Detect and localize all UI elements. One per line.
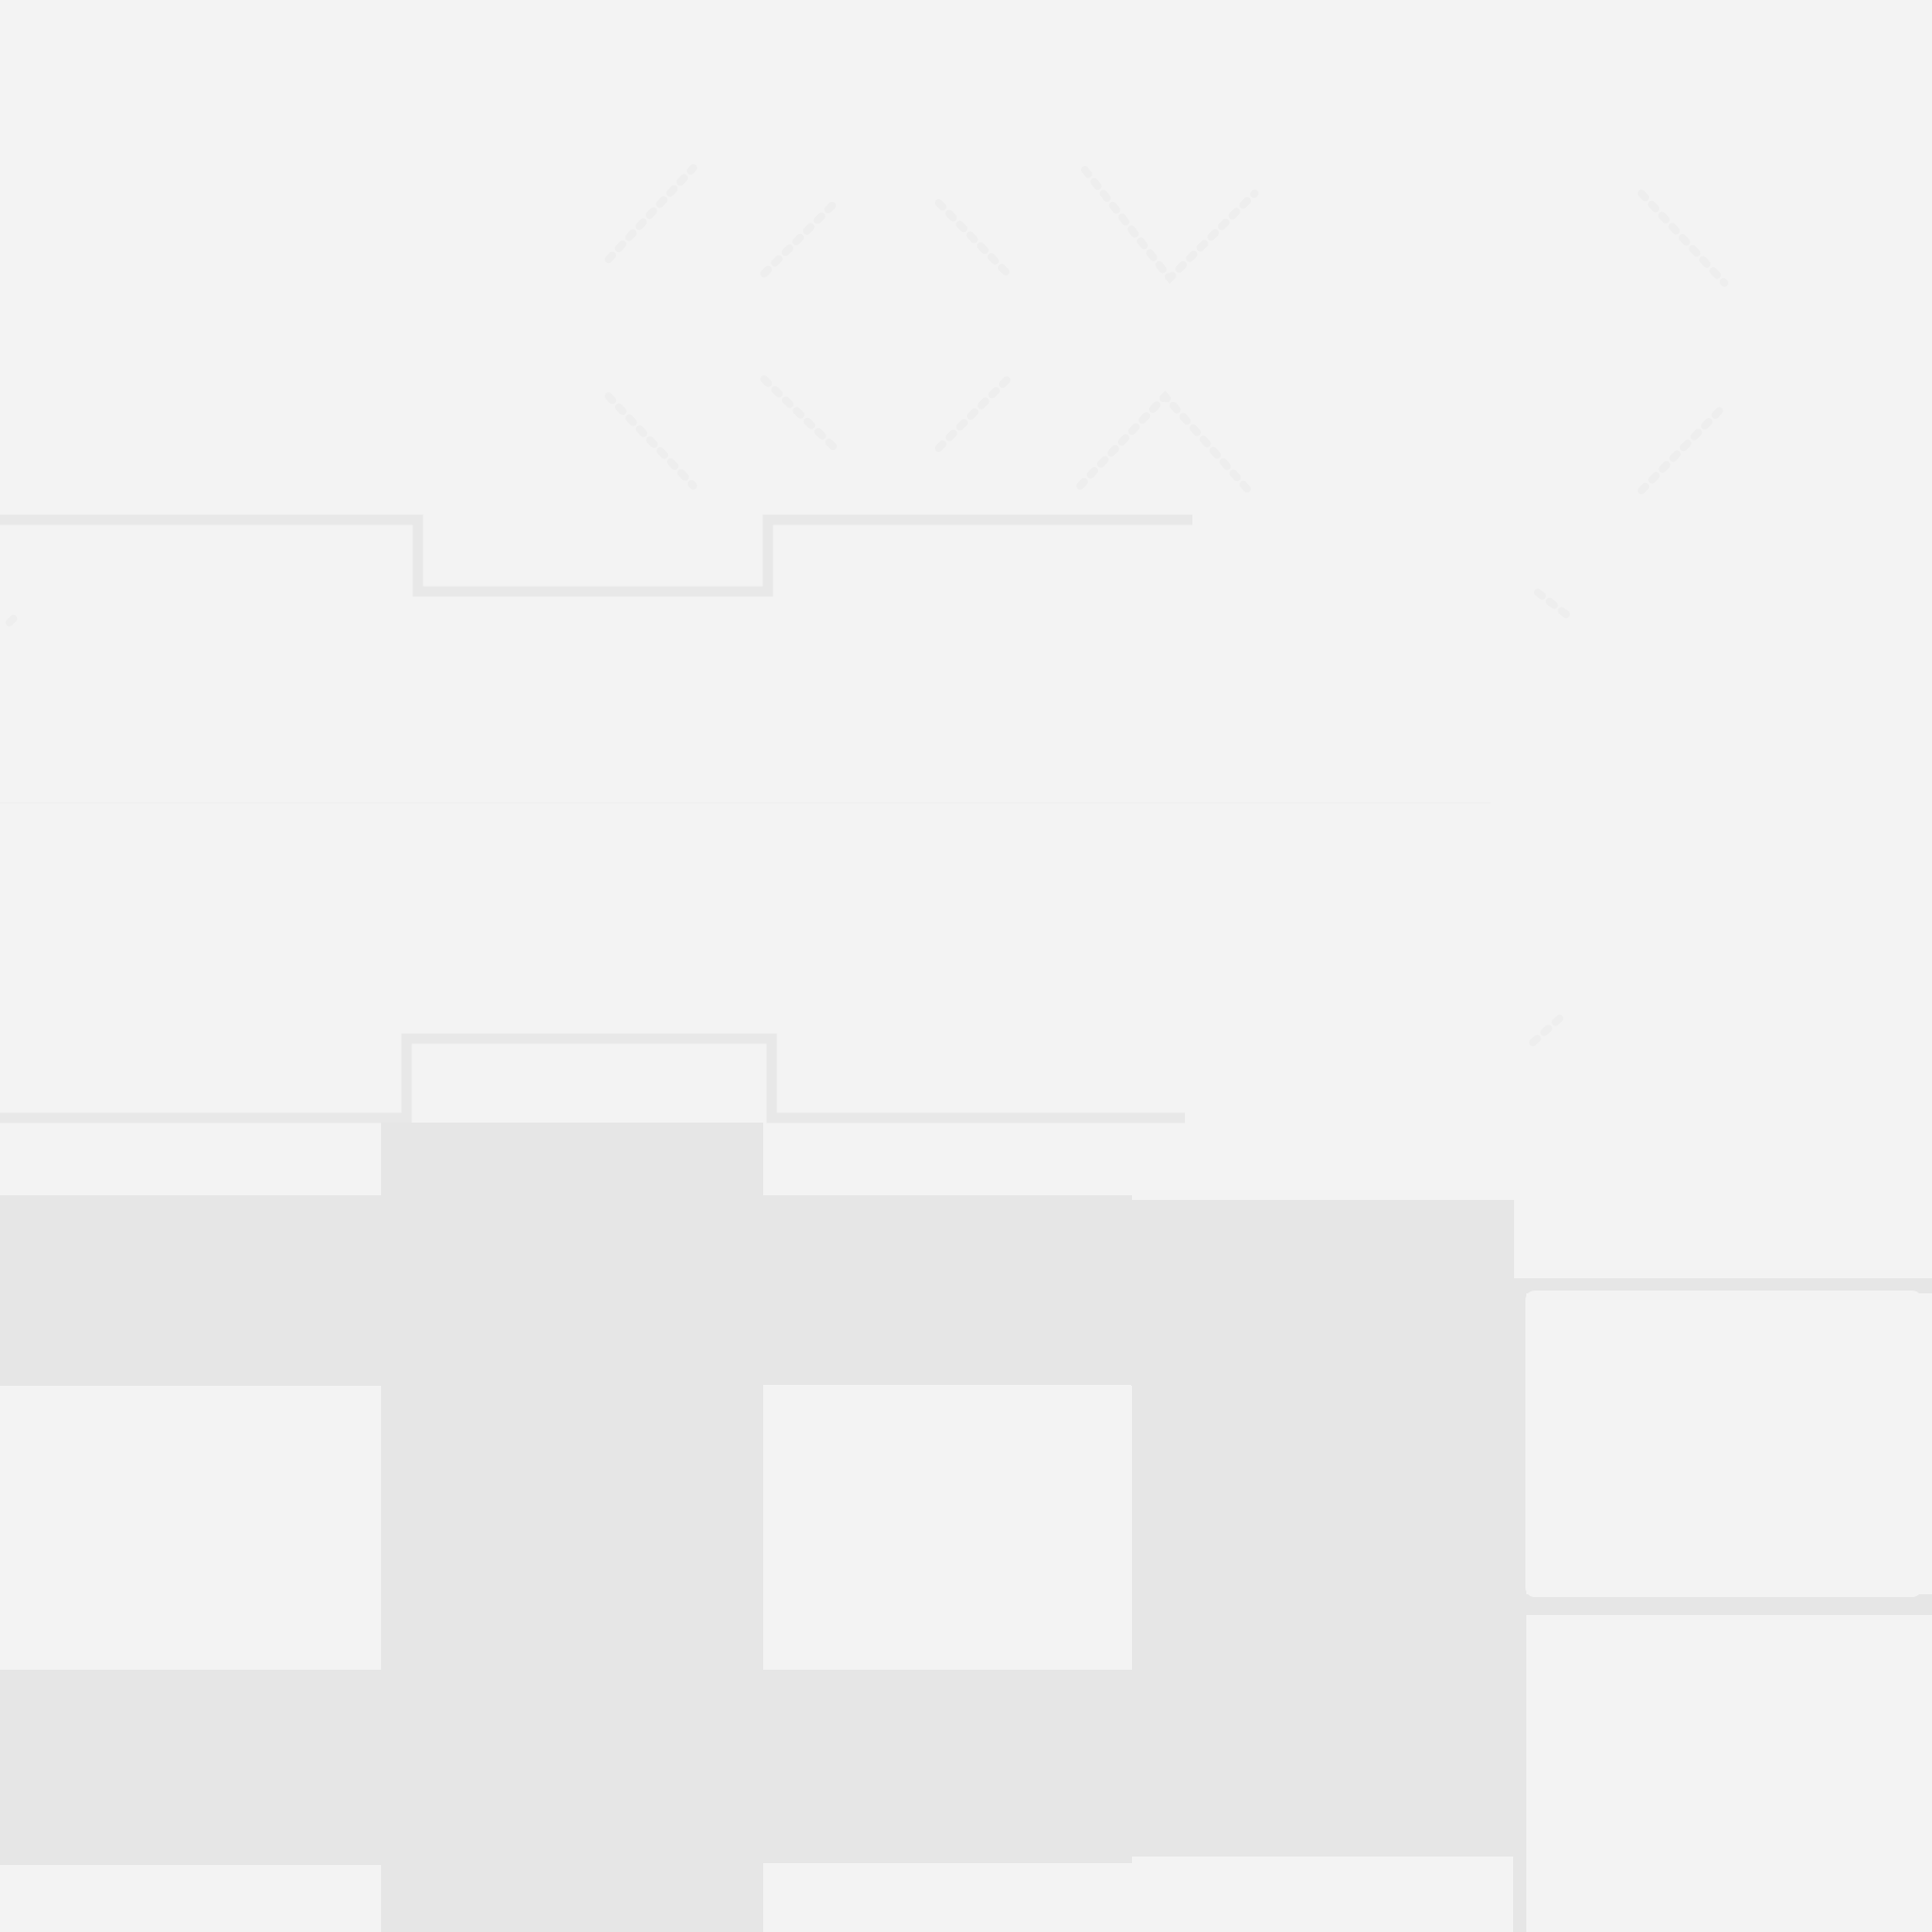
- center-panel: [763, 1385, 1131, 1667]
- left-panel: [0, 1386, 381, 1670]
- canvas: [0, 0, 1932, 1932]
- center-column: [381, 1123, 763, 1932]
- center-bottom-panel: [763, 1863, 1132, 1932]
- right-frame-gap: [1513, 1594, 1932, 1615]
- divider: [0, 802, 1491, 804]
- right-card-bottom: [1526, 1618, 1922, 1924]
- upper-tray-outline: [0, 514, 1192, 601]
- right-block: [1132, 1200, 1514, 1857]
- lower-tray-outline: [0, 1033, 1192, 1127]
- left-bottom-panel: [0, 1865, 381, 1932]
- right-card-top: [1525, 1291, 1922, 1597]
